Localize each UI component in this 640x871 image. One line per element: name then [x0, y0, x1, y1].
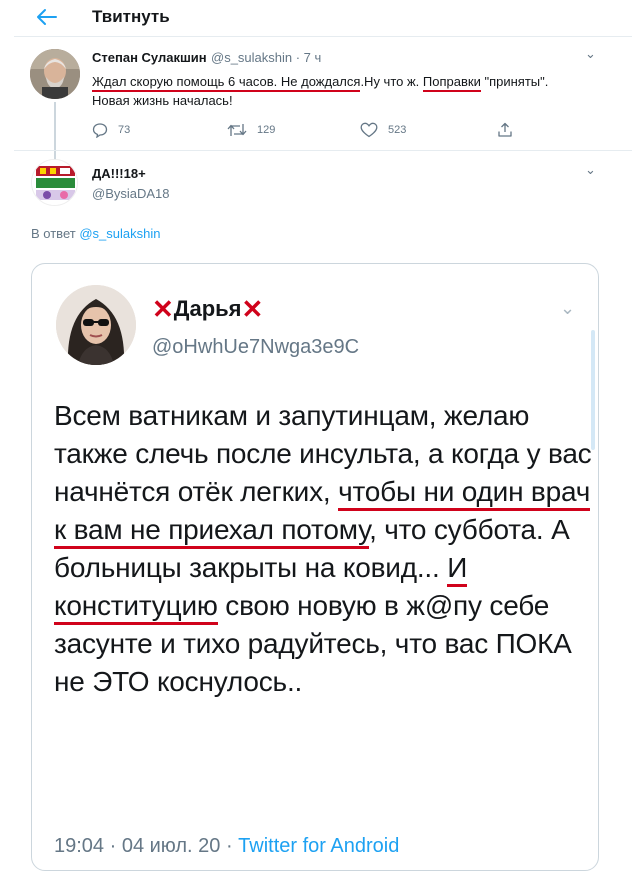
tweet-actions: 73 129 523 [92, 122, 532, 140]
embedded-author-handle: @oHwhUe7Nwga3e9C [152, 336, 360, 358]
reply-button[interactable]: 73 [92, 122, 130, 138]
author-name[interactable]: ДА!!!18+ [92, 166, 146, 181]
chevron-down-icon: ⌄ [560, 298, 576, 318]
reply-to-line: В ответ @s_sulakshin [31, 226, 160, 241]
underlined-phrase: Ждал скорую помощь 6 часов. Не дождался [92, 74, 361, 92]
avatar-sulakshin[interactable] [30, 49, 80, 99]
reply-icon [92, 123, 108, 138]
embedded-author-name-text: Дарья [173, 296, 242, 321]
retweet-count: 129 [257, 124, 276, 136]
underlined-phrase: Поправки [422, 74, 481, 92]
embedded-footer: 19:04 · 04 июл. 20 · Twitter for Android [54, 835, 399, 858]
retweet-button[interactable]: 129 [227, 122, 275, 138]
embedded-tweet-image[interactable]: ✕ Дарья ✕ @oHwhUe7Nwga3e9C ⌄ Всем ватникам… [31, 263, 599, 871]
embedded-author-name: ✕ Дарья ✕ [152, 296, 263, 322]
avatar-bysiada18[interactable] [31, 159, 78, 206]
embedded-timestamp: 19:04 · 04 июл. 20 · [54, 835, 239, 857]
back-arrow-icon[interactable] [32, 4, 62, 30]
like-button[interactable]: 523 [360, 122, 406, 138]
reply-count: 73 [118, 124, 131, 136]
embedded-source-link: Twitter for Android [238, 835, 400, 857]
share-button[interactable] [497, 122, 523, 138]
top-header: Твитнуть [0, 0, 640, 36]
share-icon [498, 122, 512, 137]
author-handle[interactable]: @BysiaDA18 [92, 186, 170, 201]
thread-line [54, 102, 56, 160]
like-count: 523 [388, 124, 407, 136]
author-name[interactable]: Степан Сулакшин [92, 50, 207, 65]
author-handle-time[interactable]: @s_sulakshin · 7 ч [211, 50, 321, 65]
chevron-down-icon[interactable]: ⌄ [585, 162, 596, 178]
red-x-icon: ✕ [152, 294, 174, 324]
tweet-text: Ждал скорую помощь 6 часов. Не дождался.… [92, 72, 562, 110]
embedded-tweet-text: Всем ватникам и запутинцам, желаю также … [54, 397, 594, 701]
reply-to-prefix: В ответ [31, 226, 80, 241]
page-title: Твитнуть [92, 7, 170, 26]
avatar-darya [56, 285, 136, 365]
header-divider [14, 36, 632, 37]
retweet-icon [227, 124, 247, 136]
red-x-icon: ✕ [241, 294, 264, 324]
heart-icon [360, 122, 378, 138]
reply-to-handle-link[interactable]: @s_sulakshin [79, 226, 160, 241]
tweet-divider [14, 150, 632, 151]
chevron-down-icon[interactable]: ⌄ [585, 46, 596, 62]
tweet-text-segment: .Ну что ж. [360, 74, 423, 89]
